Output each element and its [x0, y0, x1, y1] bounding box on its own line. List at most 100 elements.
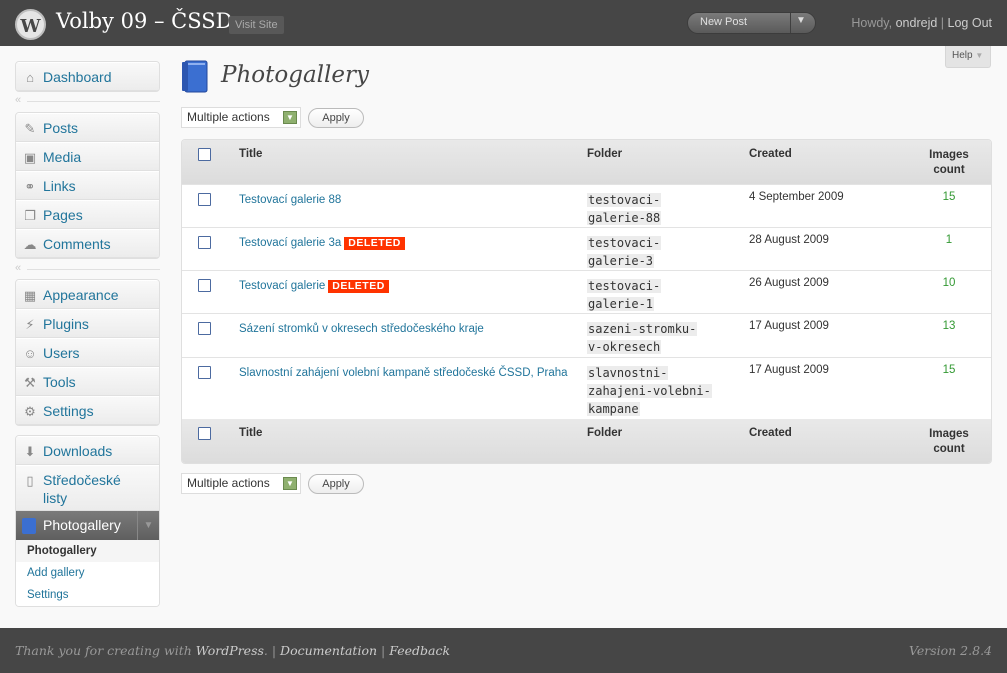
sidebar-item-label[interactable]: Pages [43, 207, 83, 223]
sidebar-item-label[interactable]: Media [43, 149, 81, 165]
sidebar-item-users[interactable]: ☺ Users [16, 338, 159, 367]
sidebar-item-links[interactable]: ⚭ Links [16, 171, 159, 200]
select-all-checkbox[interactable] [198, 148, 211, 161]
collapse-icon[interactable]: « [15, 94, 21, 106]
header-separator: | [940, 16, 945, 30]
sidebar-item-label[interactable]: Plugins [43, 316, 89, 332]
collapse-icon[interactable]: « [15, 262, 21, 274]
pin-icon: ✎ [24, 121, 36, 136]
chevron-down-icon[interactable]: ▼ [137, 511, 159, 540]
column-folder[interactable]: Folder [587, 148, 622, 160]
table-row: Testovací galerie 3a DELETED testovaci-ga… [182, 227, 991, 270]
gallery-title-link[interactable]: Testovací galerie 3a [239, 237, 341, 249]
new-post-button[interactable]: New Post ▼ [687, 12, 816, 34]
wordpress-logo-icon[interactable]: W [15, 9, 46, 40]
sidebar-item-label[interactable]: Tools [43, 374, 76, 390]
gallery-title-cell: Testovací galerie 88 [239, 191, 579, 209]
new-post-label[interactable]: New Post [700, 16, 747, 28]
footer-separator: | [377, 643, 390, 658]
gallery-title-link[interactable]: Slavnostní zahájení volební kampaně stře… [239, 367, 568, 379]
gallery-folder-cell: testovaci-galerie-1 [587, 277, 727, 313]
gallery-title-link[interactable]: Testovací galerie 88 [239, 194, 341, 206]
sidebar-item-tools[interactable]: ⚒ Tools [16, 367, 159, 396]
galleries-table: Title Folder Created Images count Testova… [181, 139, 992, 464]
sidebar-item-label[interactable]: Links [43, 178, 76, 194]
sidebar-item-plugins[interactable]: ⚡ Plugins [16, 309, 159, 338]
visit-site-button[interactable]: Visit Site [229, 16, 284, 34]
submenu-item-photogallery[interactable]: ›Photogallery [16, 540, 159, 562]
select-all-checkbox[interactable] [198, 427, 211, 440]
row-checkbox[interactable] [198, 322, 211, 335]
sidebar-item-settings[interactable]: ⚙ Settings [16, 396, 159, 425]
apply-button-top[interactable]: Apply [308, 108, 364, 128]
column-folder[interactable]: Folder [587, 427, 622, 439]
apply-button-bottom[interactable]: Apply [308, 474, 364, 494]
sidebar-item-stredoceske-listy[interactable]: ▯ Středočeské listy [16, 465, 159, 511]
column-images-count[interactable]: Images count [923, 427, 975, 457]
column-images-count[interactable]: Images count [923, 148, 975, 178]
column-created[interactable]: Created [749, 148, 792, 160]
gallery-title-link[interactable]: Testovací galerie [239, 280, 325, 292]
column-images-count-line1: Images [929, 428, 969, 440]
gallery-title-cell: Sázení stromků v okresech středočeského … [239, 320, 579, 338]
sidebar-item-appearance[interactable]: ▦ Appearance [16, 280, 159, 309]
sidebar-item-label[interactable]: Středočeské listy [43, 471, 143, 507]
bulk-actions-select-top[interactable]: Multiple actions ▼ [181, 107, 301, 128]
help-button[interactable]: Help ▼ [945, 46, 991, 68]
row-checkbox[interactable] [198, 366, 211, 379]
row-checkbox[interactable] [198, 193, 211, 206]
column-title[interactable]: Title [239, 427, 262, 439]
sidebar-item-label[interactable]: Downloads [43, 443, 112, 459]
sidebar-item-photogallery[interactable]: Photogallery ▼ [16, 511, 159, 540]
help-label[interactable]: Help [952, 50, 973, 61]
sidebar-item-label[interactable]: Settings [43, 403, 94, 419]
sidebar-item-label[interactable]: Posts [43, 120, 78, 136]
appearance-icon: ▦ [23, 288, 37, 303]
documentation-link[interactable]: Documentation [280, 643, 377, 658]
wordpress-link[interactable]: WordPress [196, 643, 264, 658]
folder-part: slavnostni- [587, 366, 669, 380]
column-created[interactable]: Created [749, 427, 792, 439]
bulk-actions-value[interactable]: Multiple actions [187, 110, 270, 124]
column-images-count-line2: count [933, 443, 965, 455]
bulk-actions-value[interactable]: Multiple actions [187, 476, 270, 490]
gallery-count-cell: 13 [942, 320, 956, 332]
column-images-count-line1: Images [929, 149, 969, 161]
row-checkbox[interactable] [198, 236, 211, 249]
sidebar-item-label[interactable]: Photogallery [43, 517, 121, 533]
sidebar-item-comments[interactable]: ☁ Comments [16, 229, 159, 258]
submenu-item-add-gallery[interactable]: Add gallery [16, 562, 159, 584]
sidebar-item-label[interactable]: Comments [43, 236, 111, 252]
bulk-actions-select-bottom[interactable]: Multiple actions ▼ [181, 473, 301, 494]
username-link[interactable]: ondrejd [896, 16, 938, 30]
row-checkbox[interactable] [198, 279, 211, 292]
sidebar-item-media[interactable]: ▣ Media [16, 142, 159, 171]
chevron-down-icon[interactable]: ▼ [796, 15, 806, 26]
folder-part: testovaci- [587, 236, 662, 250]
document-icon: ▯ [26, 473, 34, 488]
pages-icon: ❐ [24, 208, 36, 223]
sidebar-item-label[interactable]: Users [43, 345, 80, 361]
site-title[interactable]: Volby 09 – ČSSD [56, 9, 232, 33]
sidebar-item-label[interactable]: Dashboard [43, 69, 112, 85]
tools-icon: ⚒ [24, 375, 36, 390]
chevron-down-icon: ▼ [975, 51, 984, 60]
logout-link[interactable]: Log Out [948, 16, 992, 30]
sidebar-item-dashboard[interactable]: ⌂ Dashboard [16, 62, 159, 91]
table-row: Testovací galerie 88 testovaci-galerie-8… [182, 184, 991, 227]
gallery-title-link[interactable]: Sázení stromků v okresech středočeského … [239, 323, 484, 335]
submenu-item-settings[interactable]: Settings [16, 584, 159, 606]
sidebar-item-pages[interactable]: ❐ Pages [16, 200, 159, 229]
chevron-down-icon[interactable]: ▼ [283, 111, 297, 124]
deleted-badge: DELETED [344, 237, 405, 250]
menu-separator: « [15, 262, 160, 275]
sidebar-item-posts[interactable]: ✎ Posts [16, 113, 159, 142]
sidebar-item-downloads[interactable]: ⬇ Downloads [16, 436, 159, 465]
submenu-label[interactable]: Photogallery [27, 545, 97, 557]
chevron-down-icon[interactable]: ▼ [283, 477, 297, 490]
sidebar-item-label[interactable]: Appearance [43, 287, 119, 303]
table-row: Slavnostní zahájení volební kampaně stře… [182, 357, 991, 419]
settings-icon: ⚙ [24, 404, 36, 419]
feedback-link[interactable]: Feedback [389, 643, 450, 658]
column-title[interactable]: Title [239, 148, 262, 160]
